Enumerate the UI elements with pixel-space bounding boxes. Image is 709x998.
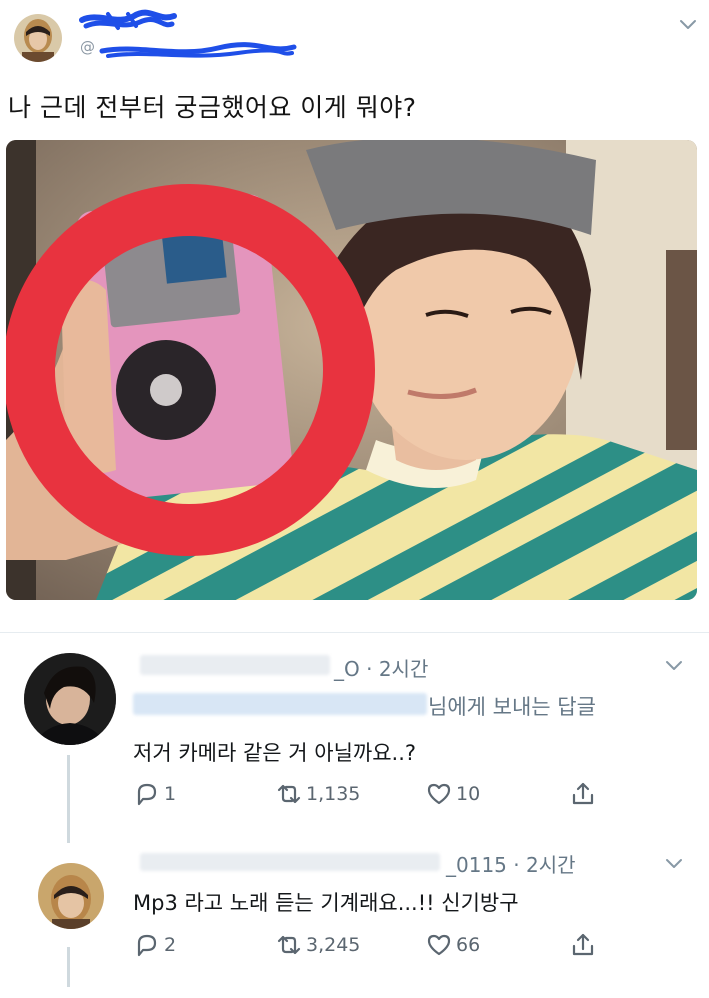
chevron-down-icon[interactable] <box>664 857 684 871</box>
redacted-reply-name <box>140 853 440 871</box>
reply-actions: 1 1,135 10 <box>133 779 613 809</box>
reply-avatar[interactable] <box>38 863 104 929</box>
main-tweet: @ 나 근데 전부터 궁금했어요 이게 뭐야? <box>0 0 709 632</box>
reply-button[interactable]: 1 <box>133 779 176 809</box>
retweet-button[interactable]: 1,135 <box>275 779 360 809</box>
heart-icon <box>427 783 451 805</box>
share-button[interactable] <box>569 930 597 960</box>
thread-line <box>67 755 70 843</box>
thread-line <box>67 947 70 987</box>
share-icon <box>572 782 594 805</box>
share-button[interactable] <box>569 779 597 809</box>
like-button[interactable]: 10 <box>425 779 480 809</box>
redacted-reply-name <box>140 655 330 675</box>
retweet-icon <box>277 935 301 955</box>
replying-to-text: 님에게 보내는 답글 <box>428 695 596 719</box>
reply-actions: 2 3,245 66 <box>133 930 613 960</box>
reply-avatar[interactable] <box>24 653 116 745</box>
redacted-replying-to <box>133 693 427 715</box>
reply-tweet: _O · 2시간 님에게 보내는 답글 저거 카메라 같은 거 아닐까요..? … <box>0 633 709 843</box>
reply-icon <box>137 934 157 957</box>
tweet-photo[interactable] <box>6 140 697 600</box>
reply-handle-time: _0115 · 2시간 <box>446 853 576 877</box>
chevron-down-icon[interactable] <box>678 18 698 32</box>
tweet-text: 나 근데 전부터 궁금했어요 이게 뭐야? <box>8 93 417 122</box>
reply-text: 저거 카메라 같은 거 아닐까요..? <box>133 741 417 765</box>
reply-tweet: _0115 · 2시간 Mp3 라고 노래 듣는 기계래요...!! 신기방구 … <box>0 843 709 998</box>
redacted-handle <box>99 42 297 58</box>
like-button[interactable]: 66 <box>425 930 480 960</box>
retweet-icon <box>277 784 301 804</box>
share-icon <box>572 933 594 956</box>
reply-button[interactable]: 2 <box>133 930 176 960</box>
reply-handle-time: _O · 2시간 <box>334 657 429 681</box>
redacted-display-name <box>79 9 177 30</box>
author-avatar[interactable] <box>14 14 62 62</box>
reply-time: 2시간 <box>525 853 576 877</box>
reply-time: 2시간 <box>378 657 429 681</box>
heart-icon <box>427 934 451 956</box>
reply-text: Mp3 라고 노래 듣는 기계래요...!! 신기방구 <box>133 891 519 915</box>
chevron-down-icon[interactable] <box>664 659 684 673</box>
reply-icon <box>137 783 157 806</box>
retweet-button[interactable]: 3,245 <box>275 930 360 960</box>
